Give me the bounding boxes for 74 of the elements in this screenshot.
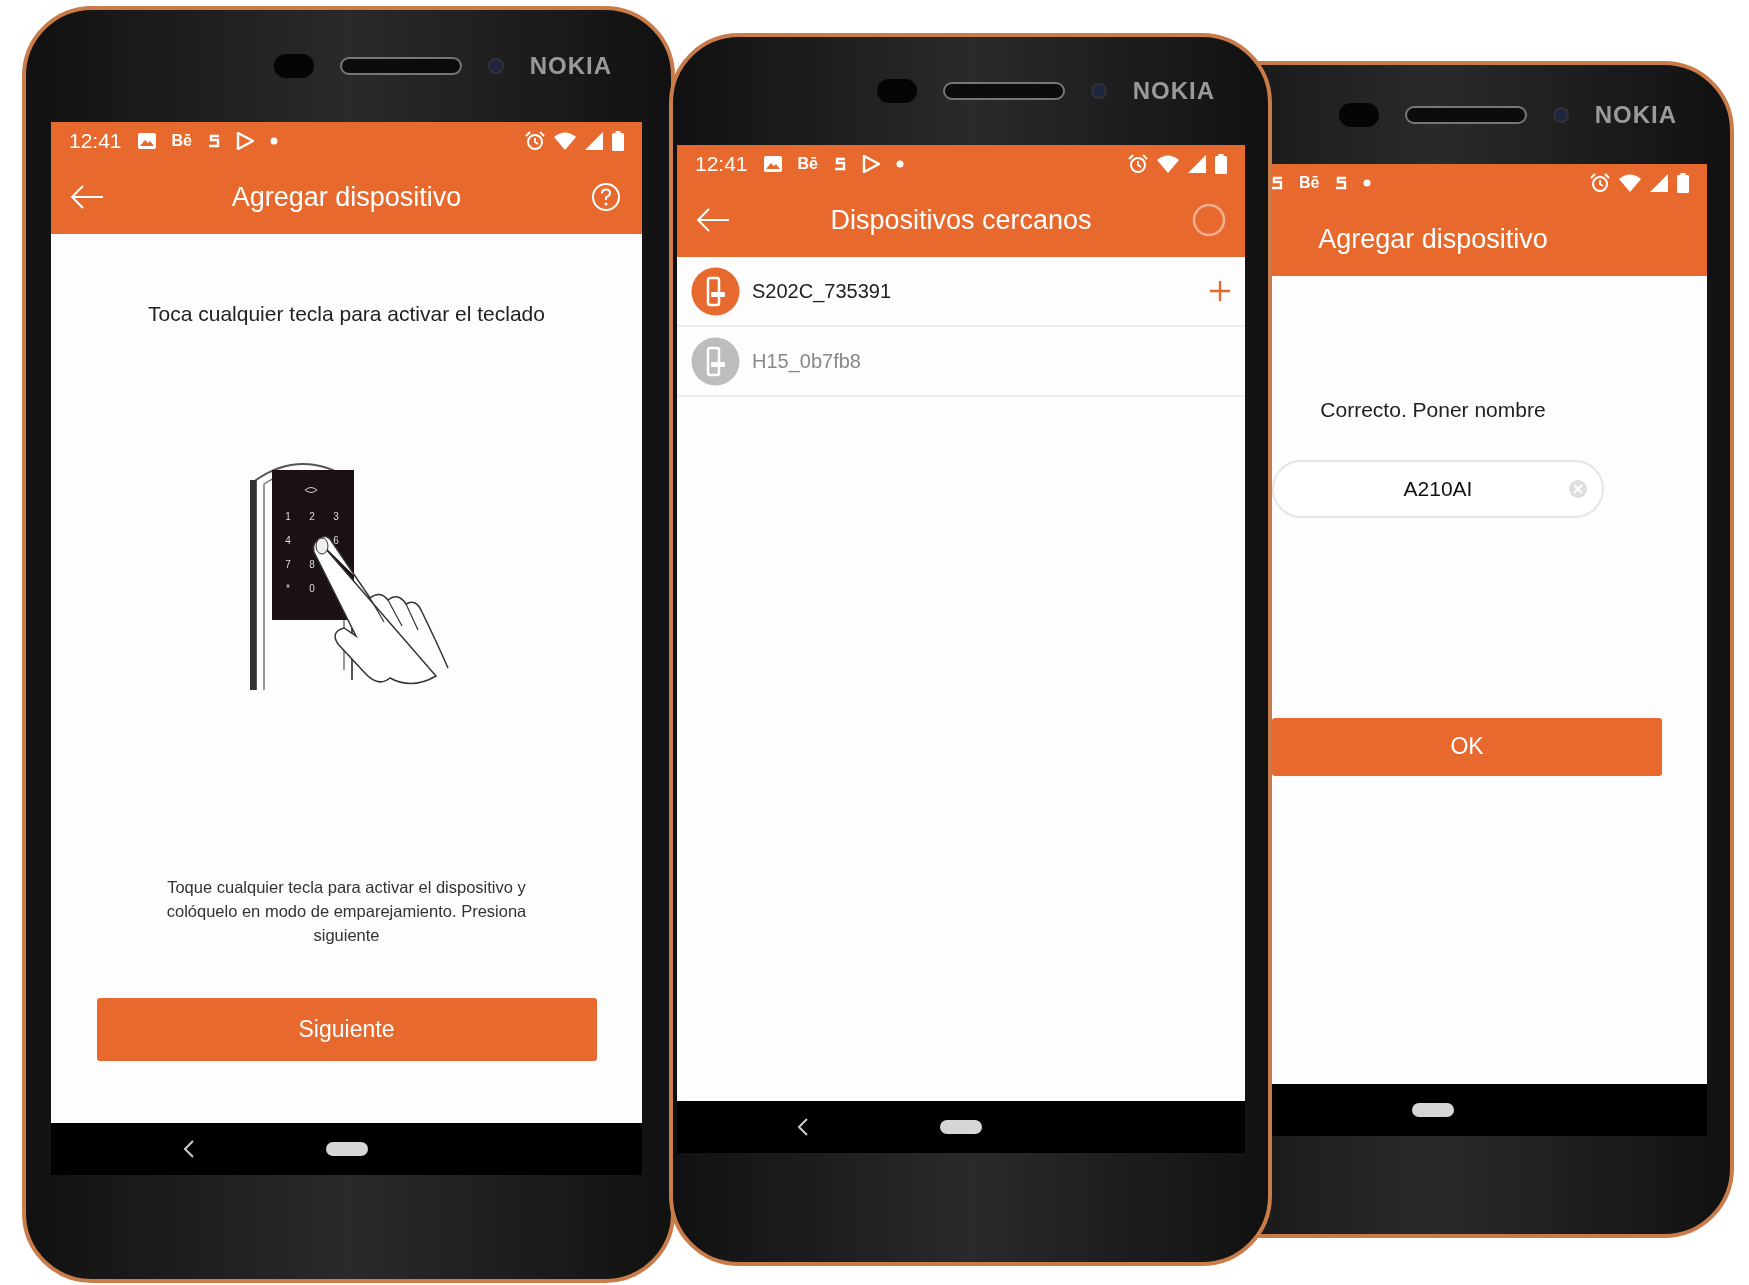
back-button[interactable] xyxy=(70,184,104,210)
play-icon xyxy=(236,132,254,150)
key-label: 1 xyxy=(284,510,291,522)
device-name: H15_0b7fb8 xyxy=(752,349,862,375)
nav-back-icon[interactable] xyxy=(181,1139,196,1159)
status-text-icon: Bē xyxy=(171,129,192,153)
alarm-icon xyxy=(1128,154,1148,174)
brand-logo: NOKIA xyxy=(1594,99,1677,130)
status-time: 12:41 xyxy=(69,128,122,155)
wifi-icon xyxy=(554,132,576,150)
s-icon xyxy=(1335,175,1348,191)
alarm-icon xyxy=(525,131,545,151)
back-button[interactable] xyxy=(696,207,730,233)
key-label: * xyxy=(285,582,290,594)
image-icon xyxy=(137,133,156,149)
lock-handle-icon xyxy=(691,266,740,316)
sensor xyxy=(273,54,314,78)
status-text-icon: Bē xyxy=(797,152,818,176)
device-name: S202C_735391 xyxy=(752,279,892,305)
s-icon xyxy=(834,156,846,172)
key-label: 3 xyxy=(332,510,339,522)
battery-icon xyxy=(1677,173,1689,193)
key-label: 6 xyxy=(332,534,339,546)
key-label: 0 xyxy=(308,582,315,594)
home-button[interactable] xyxy=(325,1142,368,1156)
s-icon xyxy=(208,133,220,149)
plus-icon xyxy=(1209,280,1231,302)
signal-icon xyxy=(585,132,603,150)
help-icon xyxy=(591,182,621,212)
key-label: 8 xyxy=(308,558,315,570)
lock-handle-icon xyxy=(691,336,740,386)
home-button[interactable] xyxy=(1412,1103,1454,1117)
device-row[interactable]: S202C_735391 xyxy=(677,257,1245,327)
dot-icon xyxy=(270,137,278,145)
key-label: 7 xyxy=(284,558,291,570)
signal-icon xyxy=(1188,155,1206,173)
nav-back-icon[interactable] xyxy=(796,1117,810,1137)
sensor xyxy=(876,79,917,103)
battery-icon xyxy=(1215,154,1227,174)
instruction-text: Toque cualquier tecla para activar el dispositivo y colóquelo en modo de emparejamiento. Presiona siguiente xyxy=(165,877,528,947)
alarm-icon xyxy=(1590,173,1610,193)
screen-title: Agregar dispositivo xyxy=(1317,222,1549,256)
add-button[interactable] xyxy=(1209,280,1231,302)
name-field[interactable]: A210AI xyxy=(1272,459,1604,518)
device-row[interactable]: H15_0b7fb8 xyxy=(677,327,1245,397)
wifi-icon xyxy=(1619,174,1641,192)
image-icon xyxy=(763,156,782,172)
name-prompt: Correcto. Poner nombre xyxy=(1320,397,1546,423)
camera-lens xyxy=(1090,83,1107,99)
brand-logo: NOKIA xyxy=(1132,76,1215,106)
key-label: 2 xyxy=(308,510,315,522)
status-text-icon: Bē xyxy=(1299,171,1320,195)
camera-lens xyxy=(487,58,504,74)
help-button[interactable] xyxy=(591,182,621,212)
wifi-icon xyxy=(1157,155,1179,173)
ok-button[interactable]: OK xyxy=(1272,717,1662,776)
screen-title: Agregar dispositivo xyxy=(230,180,463,214)
status-time: 12:41 xyxy=(695,151,748,178)
sensor xyxy=(1338,102,1379,127)
battery-icon xyxy=(612,131,624,151)
dot-icon xyxy=(1363,179,1372,187)
s-icon xyxy=(1271,175,1283,191)
dot-icon xyxy=(896,160,904,168)
back-arrow-icon xyxy=(70,184,104,210)
screen-title: Dispositivos cercanos xyxy=(829,203,1093,237)
next-button[interactable]: Siguiente xyxy=(96,998,597,1061)
play-icon xyxy=(862,155,880,173)
back-arrow-icon xyxy=(696,207,730,233)
key-label: 4 xyxy=(284,534,291,546)
instruction-heading: Toca cualquier tecla para activar el teclado xyxy=(148,301,545,327)
signal-icon xyxy=(1650,174,1668,192)
camera-lens xyxy=(1552,106,1569,123)
home-button[interactable] xyxy=(940,1120,982,1134)
brand-logo: NOKIA xyxy=(529,51,612,81)
